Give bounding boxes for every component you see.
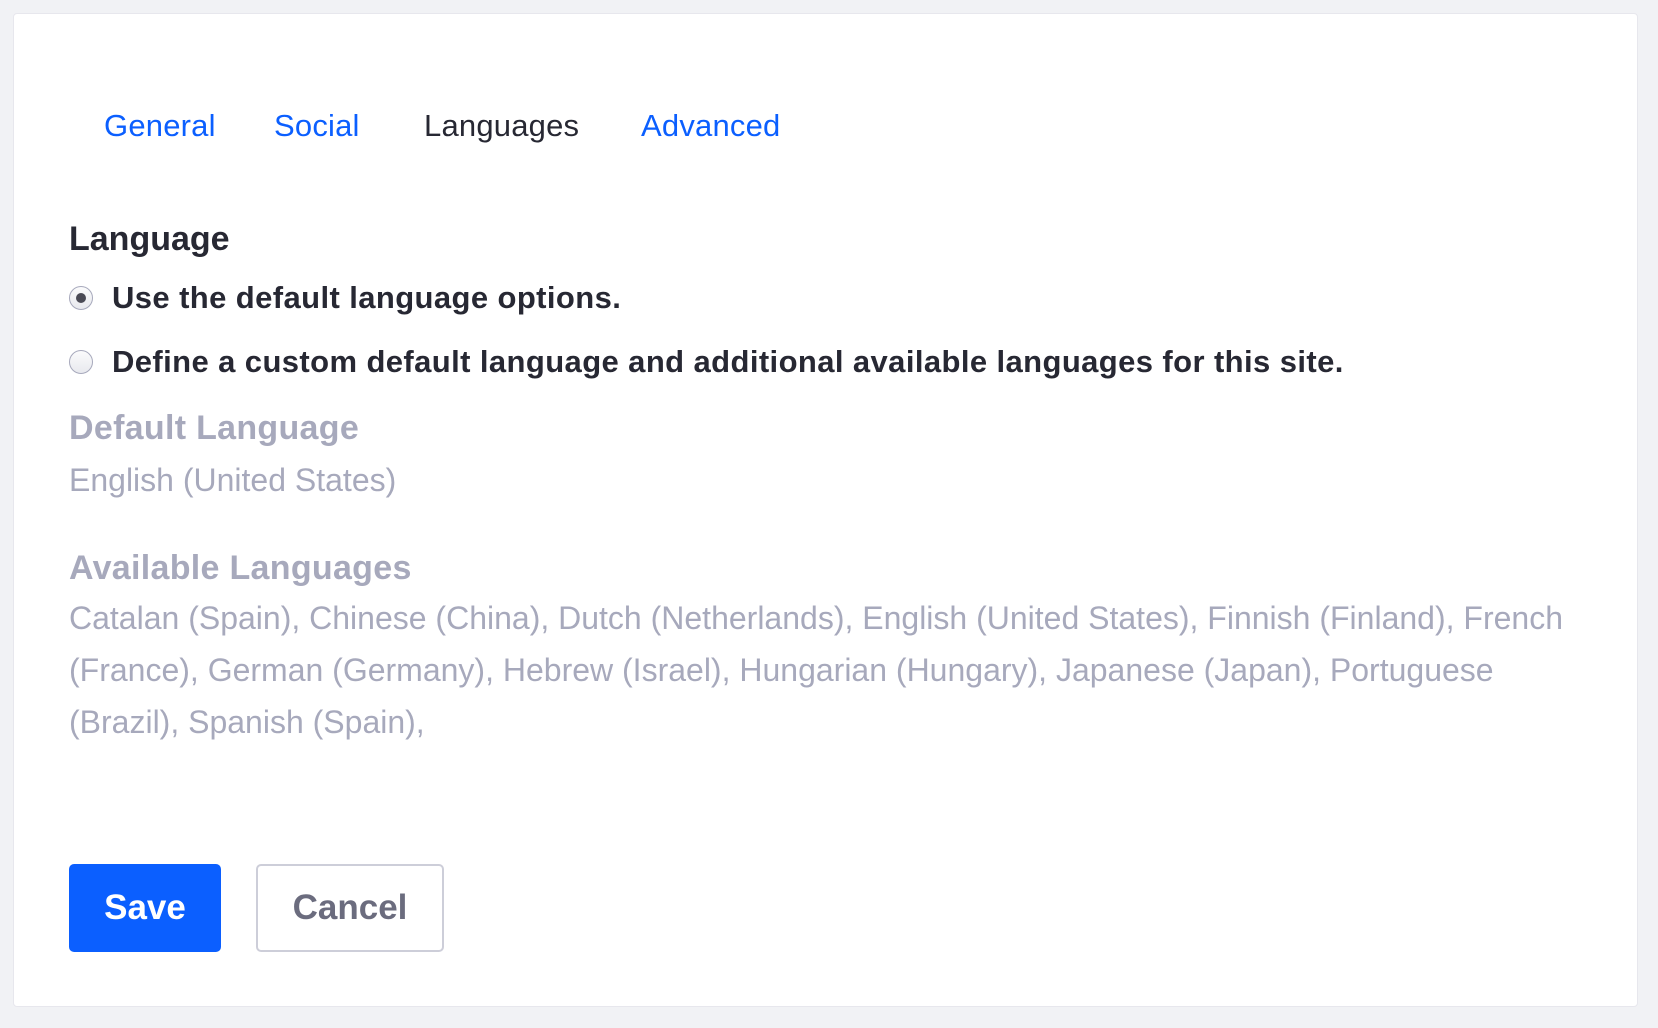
tab-advanced[interactable]: Advanced: [641, 108, 780, 144]
use-default-language-radio[interactable]: [69, 286, 93, 310]
settings-panel: General Social Languages Advanced Langua…: [13, 13, 1638, 1007]
available-languages-heading: Available Languages: [69, 549, 412, 587]
custom-language-option[interactable]: Define a custom default language and add…: [69, 344, 1344, 380]
tab-general[interactable]: General: [104, 108, 216, 144]
default-language-heading: Default Language: [69, 409, 360, 447]
tab-social[interactable]: Social: [274, 108, 360, 144]
custom-language-label: Define a custom default language and add…: [112, 344, 1344, 379]
save-button[interactable]: Save: [69, 864, 221, 952]
use-default-language-option[interactable]: Use the default language options.: [69, 280, 621, 316]
cancel-button[interactable]: Cancel: [256, 864, 444, 952]
custom-language-radio[interactable]: [69, 350, 93, 374]
tab-languages[interactable]: Languages: [424, 108, 579, 144]
use-default-language-label: Use the default language options.: [112, 280, 622, 315]
available-languages-value: Catalan (Spain), Chinese (China), Dutch …: [69, 600, 1563, 740]
language-section-title: Language: [69, 220, 230, 258]
default-language-value: English (United States): [69, 462, 397, 498]
